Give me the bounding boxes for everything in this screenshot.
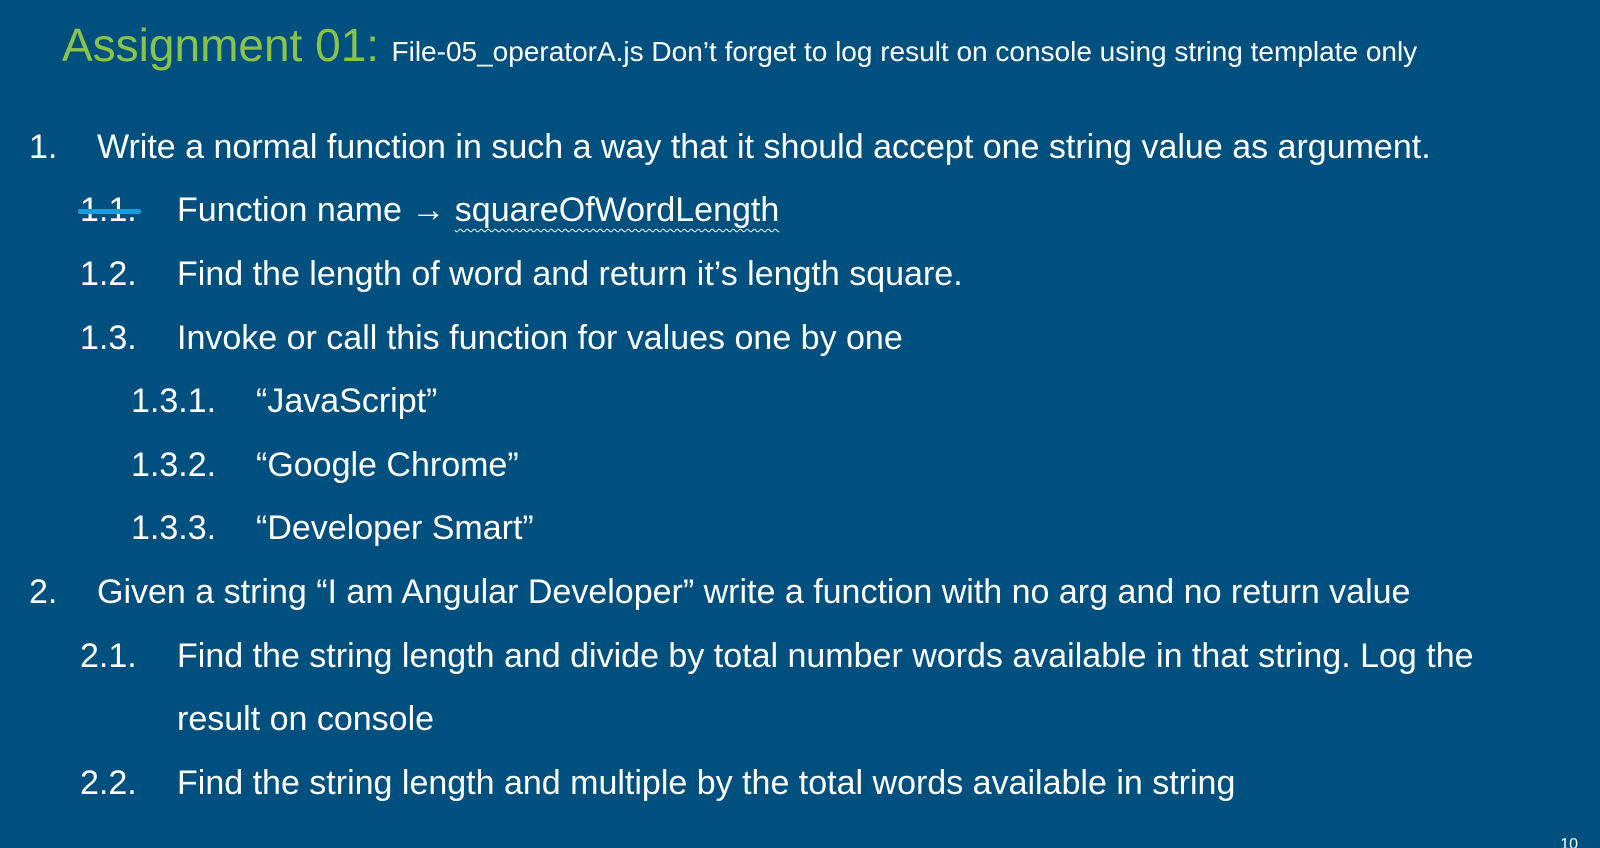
list-text: Function name → squareOfWordLength: [177, 190, 779, 230]
function-name-code: squareOfWordLength: [454, 191, 780, 229]
list-number: 1.3.3.: [131, 509, 217, 547]
list-number: 2.1.: [80, 637, 137, 675]
list-text: “Developer Smart”: [256, 509, 534, 547]
assignment-subtitle: File-05_operatorA.js Don’t forget to log…: [391, 36, 1418, 67]
page-number: 10: [1560, 836, 1578, 848]
list-text: result on console: [177, 700, 435, 738]
list-number: 1.3.2.: [131, 446, 217, 484]
list-number: 1.3.: [80, 319, 137, 357]
function-name-label: Function name →: [177, 191, 455, 229]
slide: Assignment 01: File-05_operatorA.js Don’…: [0, 0, 1600, 848]
list-number: 1.: [29, 128, 58, 166]
list-number: 1.2.: [80, 255, 137, 293]
list-number-struck: 1.1.: [78, 191, 141, 229]
list-text: “JavaScript”: [256, 382, 438, 420]
list-text: Write a normal function in such a way th…: [97, 128, 1431, 166]
list-number: 2.2.: [80, 764, 137, 802]
list-text: Given a string “I am Angular Developer” …: [97, 573, 1411, 611]
list-text: Find the length of word and return it’s …: [177, 255, 963, 293]
list-number: 1.3.1.: [131, 382, 217, 420]
list-text: Invoke or call this function for values …: [177, 319, 903, 357]
assignment-title: Assignment 01:: [62, 19, 380, 71]
list-number: 2.: [29, 573, 58, 611]
list-text: “Google Chrome”: [256, 446, 519, 484]
list-text: Find the string length and divide by tot…: [177, 637, 1474, 675]
list-item-1-1: 1.1. Function name → squareOfWordLength: [0, 190, 779, 230]
slide-title: Assignment 01: File-05_operatorA.js Don’…: [62, 18, 1417, 72]
list-text: Find the string length and multiple by t…: [177, 764, 1236, 802]
